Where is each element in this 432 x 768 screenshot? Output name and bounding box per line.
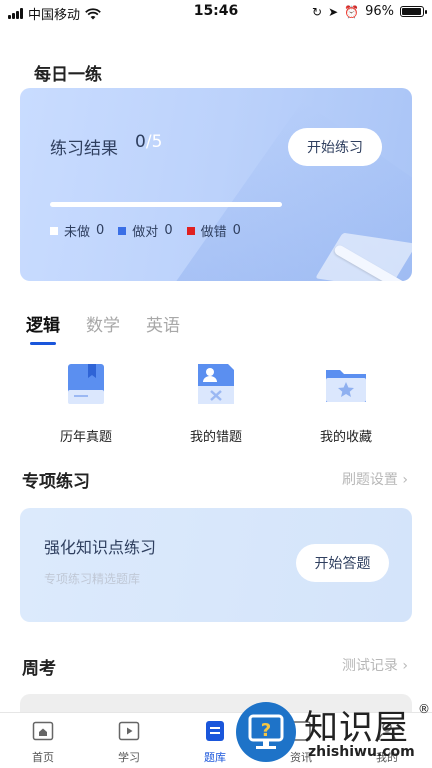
practice-settings-label: 刷题设置: [341, 472, 398, 488]
past-exams-label: 历年真题: [59, 430, 112, 445]
daily-practice-card[interactable]: 练习结果 0/5 开始练习 未做 0 做对 0 做错 0: [20, 88, 412, 281]
battery-icon: [400, 6, 427, 17]
favorites-label: 我的收藏: [319, 430, 372, 445]
special-practice-card[interactable]: 强化知识点练习 专项练习精选题库 开始答题: [20, 508, 412, 622]
location-icon: ➤: [328, 4, 339, 19]
watermark-logo: ?: [236, 702, 296, 762]
legend-count: 0: [164, 223, 173, 238]
legend-label: 未做: [64, 225, 91, 240]
nav-label: 学习: [118, 751, 140, 764]
status-bar: 中国移动 15:46 ↻ ➤ ⏰ 96%: [0, 0, 432, 24]
home-icon: [32, 721, 54, 741]
daily-practice-title: 每日一练: [34, 65, 102, 85]
practice-settings-link[interactable]: 刷题设置 ›: [342, 469, 408, 489]
legend-correct: 做对 0: [118, 221, 173, 240]
legend-undone: 未做 0: [50, 221, 104, 240]
start-answer-button[interactable]: 开始答题: [296, 544, 389, 582]
legend-label: 做对: [132, 225, 159, 240]
start-practice-button[interactable]: 开始练习: [288, 128, 382, 166]
nav-label: 首页: [32, 751, 54, 764]
watermark-glyph: ?: [261, 720, 271, 741]
watermark-url: zhishiwu.com: [308, 744, 415, 760]
tab-math[interactable]: 数学: [86, 311, 120, 336]
practice-result-count: 0/5: [135, 132, 162, 152]
question-bank-icon: [206, 721, 224, 741]
chevron-right-icon: ›: [402, 472, 408, 488]
rotation-lock-icon: ↻: [312, 4, 323, 19]
legend-swatch-undone: [50, 226, 58, 235]
wrong-questions-icon: [198, 364, 234, 404]
result-legend: 未做 0 做对 0 做错 0: [50, 221, 241, 240]
practice-progress-bar: [50, 202, 282, 207]
total-count: 5: [151, 132, 163, 152]
alarm-icon: ⏰: [344, 4, 360, 19]
special-card-title: 强化知识点练习: [44, 538, 157, 557]
folder-star-icon: [326, 370, 366, 402]
favorites-entry[interactable]: 我的收藏: [286, 360, 406, 445]
past-exams-entry[interactable]: 历年真题: [26, 360, 146, 445]
battery-fill: [402, 8, 422, 15]
chevron-right-icon: ›: [402, 658, 408, 674]
weekly-exam-title: 周考: [22, 659, 56, 679]
book-icon: [68, 364, 104, 404]
legend-count: 0: [232, 223, 241, 238]
special-practice-title: 专项练习: [22, 472, 90, 492]
done-count: 0: [135, 132, 146, 152]
play-icon: [118, 721, 140, 741]
special-card-subtitle: 专项练习精选题库: [44, 572, 141, 586]
status-right: ↻ ➤ ⏰ 96%: [312, 4, 427, 19]
watermark: ? 知识屋 ® zhishiwu.com: [236, 700, 432, 768]
wrong-questions-label: 我的错题: [189, 430, 242, 445]
watermark-brand: 知识屋: [304, 708, 409, 748]
tab-logic[interactable]: 逻辑: [26, 311, 60, 345]
battery-percent: 96%: [365, 4, 394, 19]
legend-swatch-correct: [118, 226, 127, 235]
test-records-label: 测试记录: [341, 658, 398, 674]
wrong-questions-entry[interactable]: 我的错题: [156, 360, 276, 445]
tab-english[interactable]: 英语: [146, 311, 180, 336]
nav-home[interactable]: 首页: [13, 719, 73, 765]
legend-label: 做错: [200, 225, 227, 240]
legend-count: 0: [96, 223, 105, 238]
legend-wrong: 做错 0: [186, 221, 241, 240]
nav-study[interactable]: 学习: [99, 719, 159, 765]
monitor-icon: ?: [248, 714, 284, 749]
practice-result-label: 练习结果: [50, 139, 118, 159]
subject-tabs: 逻辑 数学 英语: [26, 311, 180, 345]
test-records-link[interactable]: 测试记录 ›: [342, 655, 408, 675]
legend-swatch-wrong: [186, 226, 195, 235]
watermark-registered: ®: [418, 702, 430, 716]
